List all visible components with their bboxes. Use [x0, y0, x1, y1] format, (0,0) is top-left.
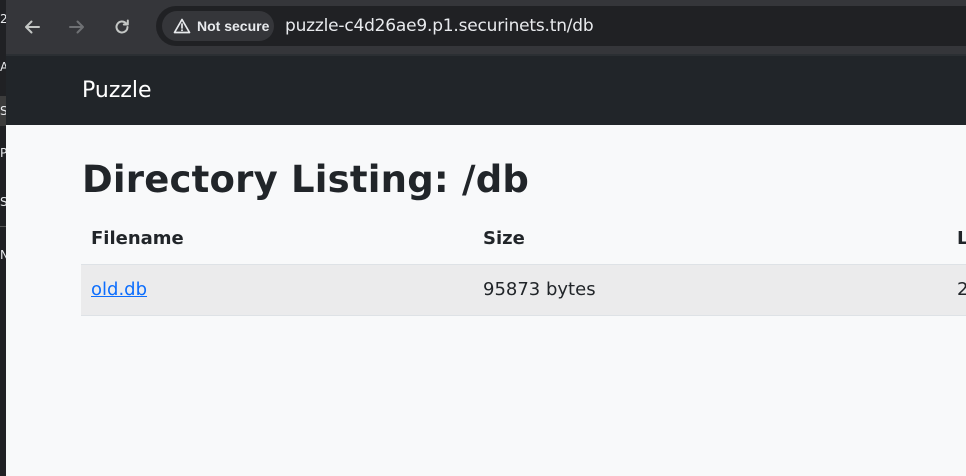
reload-button[interactable] [106, 11, 138, 43]
table-row: old.db 95873 bytes 2 [81, 264, 966, 316]
site-brand-link[interactable]: Puzzle [82, 78, 152, 103]
last-modified-cell: 2 [947, 264, 966, 316]
reload-icon [115, 19, 129, 34]
url-text[interactable]: puzzle-c4d26ae9.p1.securinets.tn/db [285, 16, 594, 36]
directory-table: Filename Size L old.db 95873 bytes 2 [81, 214, 966, 316]
site-navbar: Puzzle [6, 54, 966, 125]
forward-button[interactable] [61, 11, 93, 43]
file-link[interactable]: old.db [91, 279, 147, 300]
column-header-size: Size [473, 214, 947, 265]
size-cell: 95873 bytes [473, 264, 947, 316]
security-indicator[interactable]: Not secure [162, 11, 274, 41]
page-title: Directory Listing: /db [82, 158, 530, 201]
arrow-right-icon [69, 20, 84, 34]
warning-icon [173, 18, 191, 34]
column-header-filename: Filename [81, 214, 473, 265]
column-header-last-modified: L [947, 214, 966, 265]
filename-cell: old.db [81, 264, 473, 316]
address-bar[interactable]: Not secure puzzle-c4d26ae9.p1.securinets… [156, 6, 966, 46]
browser-toolbar: Not secure puzzle-c4d26ae9.p1.securinets… [6, 0, 966, 54]
table-header-row: Filename Size L [81, 214, 966, 265]
security-label: Not secure [197, 18, 270, 34]
arrow-left-icon [25, 20, 40, 34]
web-page: Puzzle Directory Listing: /db Filename S… [6, 54, 966, 476]
back-button[interactable] [16, 11, 48, 43]
